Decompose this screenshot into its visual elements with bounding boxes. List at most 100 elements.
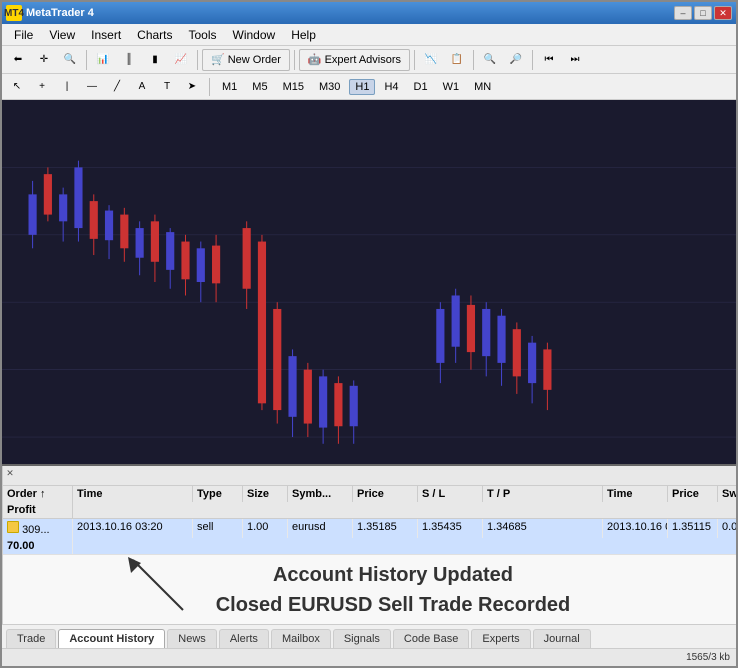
col-time2: Time <box>603 486 668 502</box>
tf-m15[interactable]: M15 <box>277 79 310 95</box>
table-row[interactable]: 309... 2013.10.16 03:20 sell 1.00 eurusd… <box>3 519 736 555</box>
title-bar: MT4 MetaTrader 4 – □ ✕ <box>2 2 736 24</box>
chart-area[interactable] <box>2 100 736 464</box>
tab-mailbox[interactable]: Mailbox <box>271 629 331 648</box>
terminal-wrapper: Terminal ✕ Order ↑ Time Type Siz <box>2 466 736 624</box>
new-order-icon: 🛒 <box>211 53 225 66</box>
text-tool[interactable]: A <box>131 77 153 97</box>
cell-tp: 1.34685 <box>483 519 603 538</box>
cell-open-price: 1.35185 <box>353 519 418 538</box>
tab-account-history[interactable]: Account History <box>58 629 165 648</box>
order-icon <box>7 521 19 533</box>
arrow-tool[interactable]: ➤ <box>181 77 203 97</box>
toolbar-line[interactable]: 📈 <box>169 49 193 71</box>
text2-tool[interactable]: T <box>156 77 178 97</box>
maximize-button[interactable]: □ <box>694 6 712 20</box>
account-history-table: Order ↑ Time Type Size Symb... Price S /… <box>3 486 736 555</box>
separator-5 <box>473 50 474 70</box>
cell-type: sell <box>193 519 243 538</box>
tf-d1[interactable]: D1 <box>408 79 434 95</box>
app-icon: MT4 <box>6 5 22 21</box>
annotation-text: Account History Updated Closed EURUSD Se… <box>216 560 571 620</box>
tab-journal[interactable]: Journal <box>533 629 591 648</box>
menu-help[interactable]: Help <box>283 26 324 44</box>
tf-m30[interactable]: M30 <box>313 79 346 95</box>
window-controls: – □ ✕ <box>674 6 732 20</box>
tab-news[interactable]: News <box>167 629 217 648</box>
toolbar-arrow[interactable]: ⬅ <box>6 49 30 71</box>
col-price: Price <box>353 486 418 502</box>
cursor-tool[interactable]: ↖ <box>6 77 28 97</box>
col-size: Size <box>243 486 288 502</box>
tf-m1[interactable]: M1 <box>216 79 243 95</box>
menu-charts[interactable]: Charts <box>129 26 180 44</box>
menu-file[interactable]: File <box>6 26 41 44</box>
tf-m5[interactable]: M5 <box>246 79 273 95</box>
cell-close-price: 1.35115 <box>668 519 718 538</box>
zoom-out-btn[interactable]: 🔍 <box>478 49 502 71</box>
tab-signals[interactable]: Signals <box>333 629 391 648</box>
col-swap: Swap <box>718 486 736 502</box>
cell-sl: 1.35435 <box>418 519 483 538</box>
terminal-content: ✕ Order ↑ Time Type Size Symb... Price S… <box>3 466 736 624</box>
menu-insert[interactable]: Insert <box>83 26 129 44</box>
tf-h1[interactable]: H1 <box>349 79 375 95</box>
col-sl: S / L <box>418 486 483 502</box>
col-order: Order ↑ <box>3 486 73 502</box>
separator-tf <box>209 78 210 96</box>
toolbar-bar[interactable]: ║ <box>117 49 141 71</box>
tab-experts[interactable]: Experts <box>471 629 530 648</box>
tab-codebase[interactable]: Code Base <box>393 629 469 648</box>
menu-tools[interactable]: Tools <box>181 26 225 44</box>
close-button[interactable]: ✕ <box>714 6 732 20</box>
status-right: 1565/3 kb <box>686 652 730 663</box>
toolbar-candle[interactable]: ▮ <box>143 49 167 71</box>
terminal-panel: Terminal ✕ Order ↑ Time Type Siz <box>2 464 736 624</box>
line-tool[interactable]: | <box>56 77 78 97</box>
nav-btn-2[interactable]: ⏭ <box>563 49 587 71</box>
tab-trade[interactable]: Trade <box>6 629 56 648</box>
col-type: Type <box>193 486 243 502</box>
toolbar-drawing: ↖ + | — ╱ A T ➤ M1 M5 M15 M30 H1 H4 D1 W… <box>2 74 736 100</box>
separator-2 <box>197 50 198 70</box>
status-bar: 1565/3 kb <box>2 648 736 666</box>
hline-tool[interactable]: — <box>81 77 103 97</box>
zoom-in-btn[interactable]: 🔎 <box>504 49 528 71</box>
toolbar-chart-type[interactable]: 📊 <box>91 49 115 71</box>
indicators-btn[interactable]: 📉 <box>419 49 443 71</box>
trendline-tool[interactable]: ╱ <box>106 77 128 97</box>
separator-1 <box>86 50 87 70</box>
bottom-tabs: Trade Account History News Alerts Mailbo… <box>2 624 736 648</box>
tf-h4[interactable]: H4 <box>378 79 404 95</box>
tf-mn[interactable]: MN <box>468 79 497 95</box>
menu-window[interactable]: Window <box>225 26 284 44</box>
candlestick-chart <box>2 100 736 464</box>
annotation-arrow <box>123 555 243 615</box>
separator-6 <box>532 50 533 70</box>
tab-alerts[interactable]: Alerts <box>219 629 269 648</box>
cell-close-time: 2013.10.16 04:52 <box>603 519 668 538</box>
tf-w1[interactable]: W1 <box>437 79 466 95</box>
col-price2: Price <box>668 486 718 502</box>
annotation-area: Account History Updated Closed EURUSD Se… <box>3 555 736 624</box>
window-title: MetaTrader 4 <box>26 7 94 19</box>
toolbar-crosshair[interactable]: ✛ <box>32 49 56 71</box>
nav-btn-1[interactable]: ⏮ <box>537 49 561 71</box>
menu-view[interactable]: View <box>41 26 83 44</box>
main-area: Terminal ✕ Order ↑ Time Type Siz <box>2 100 736 666</box>
separator-4 <box>414 50 415 70</box>
cell-size: 1.00 <box>243 519 288 538</box>
separator-3 <box>294 50 295 70</box>
minimize-button[interactable]: – <box>674 6 692 20</box>
main-window: MT4 MetaTrader 4 – □ ✕ File View Insert … <box>0 0 738 668</box>
terminal-close-btn[interactable]: ✕ <box>3 466 17 480</box>
crosshair-tool[interactable]: + <box>31 77 53 97</box>
cell-order: 309... <box>3 519 73 538</box>
new-order-button[interactable]: 🛒 New Order <box>202 49 290 71</box>
toolbar-zoom-in[interactable]: 🔍 <box>58 49 82 71</box>
templates-btn[interactable]: 📋 <box>445 49 469 71</box>
toolbar-main: ⬅ ✛ 🔍 📊 ║ ▮ 📈 🛒 New Order 🤖 Expert Advis… <box>2 46 736 74</box>
menu-bar: File View Insert Charts Tools Window Hel… <box>2 24 736 46</box>
expert-advisors-button[interactable]: 🤖 Expert Advisors <box>299 49 410 71</box>
terminal-header-row: ✕ <box>3 466 736 486</box>
